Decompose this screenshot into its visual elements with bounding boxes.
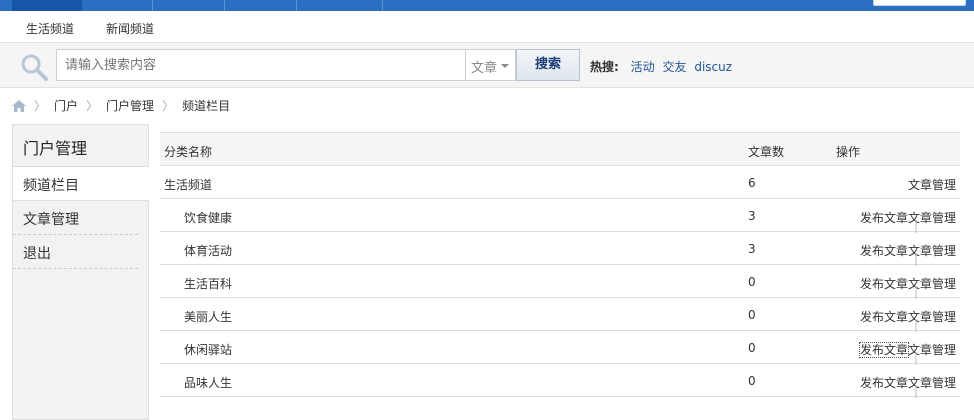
channel-nav: 生活频道 新闻频道	[0, 11, 974, 43]
table-row: 美丽人生 0 发布文章 | 文章管理	[160, 298, 960, 332]
table-row: 品味人生 0 发布文章 | 文章管理	[160, 364, 960, 398]
search-type-value: 文章	[471, 61, 498, 76]
header-name: 分类名称	[164, 145, 213, 159]
action-separator: |	[913, 285, 919, 299]
header-count: 文章数	[748, 145, 785, 159]
publish-article-link[interactable]: 发布文章	[860, 277, 908, 291]
breadcrumb: 〉 门户 〉 门户管理 〉 频道栏目	[12, 97, 230, 114]
table-row: 体育活动 3 发布文章 | 文章管理	[160, 232, 960, 266]
article-count: 3	[748, 209, 756, 223]
row-actions: 文章管理	[908, 176, 956, 193]
sidebar-item-channel[interactable]: 频道栏目	[13, 167, 149, 201]
action-separator: |	[913, 252, 919, 266]
breadcrumb-item: 频道栏目	[182, 99, 231, 113]
category-name: 饮食健康	[184, 211, 233, 225]
category-name: 生活百科	[184, 277, 233, 291]
row-actions: 发布文章 | 文章管理	[860, 374, 956, 398]
article-count: 6	[748, 176, 756, 190]
header-ops: 操作	[836, 145, 861, 159]
article-count: 0	[748, 374, 756, 388]
search-type-select[interactable]: 文章	[466, 49, 516, 81]
breadcrumb-separator: 〉	[162, 99, 175, 113]
table-row: 生活百科 0 发布文章 | 文章管理	[160, 265, 960, 299]
top-nav-divider	[296, 0, 297, 11]
manage-articles-link[interactable]: 文章管理	[908, 178, 956, 192]
top-nav-divider	[382, 0, 383, 11]
row-actions: 发布文章 | 文章管理	[860, 308, 956, 332]
top-nav-active-tab[interactable]	[12, 0, 82, 11]
search-button[interactable]: 搜索	[516, 49, 580, 81]
table-row: 饮食健康 3 发布文章 | 文章管理	[160, 199, 960, 233]
sidebar-title: 门户管理	[13, 125, 148, 167]
publish-article-link[interactable]: 发布文章	[860, 310, 908, 324]
publish-article-link[interactable]: 发布文章	[860, 244, 908, 258]
article-count: 0	[748, 308, 756, 322]
article-count: 0	[748, 341, 756, 355]
action-separator: |	[913, 318, 919, 332]
row-actions: 发布文章 | 文章管理	[860, 242, 956, 266]
home-icon[interactable]	[12, 99, 26, 112]
category-table: 分类名称 文章数 操作 生活频道 6 文章管理 饮食健康 3 发布文章 | 文章管理…	[160, 132, 960, 398]
row-actions: 发布文章 | 文章管理	[860, 209, 956, 233]
search-input[interactable]	[56, 49, 466, 81]
article-count: 0	[748, 275, 756, 289]
hot-search-label: 热搜:	[590, 60, 619, 74]
action-separator: |	[913, 351, 919, 365]
breadcrumb-item[interactable]: 门户管理	[106, 97, 154, 114]
category-name: 体育活动	[184, 244, 233, 258]
publish-article-link[interactable]: 发布文章	[858, 342, 909, 358]
top-nav-divider	[224, 0, 225, 11]
hot-search-link[interactable]: discuz	[694, 60, 732, 74]
sidebar-item-logout[interactable]: 退出	[13, 235, 138, 269]
table-header-row: 分类名称 文章数 操作	[160, 133, 960, 166]
category-name: 生活频道	[164, 178, 213, 192]
row-actions: 发布文章 | 文章管理	[860, 275, 956, 299]
category-name: 休闲驿站	[184, 343, 233, 357]
search-bar: 文章 搜索 热搜: 活动 交友 discuz	[0, 43, 974, 88]
sidebar: 门户管理 频道栏目 文章管理 退出	[12, 124, 149, 420]
hot-search-link[interactable]: 交友	[662, 60, 686, 74]
channel-link-life[interactable]: 生活频道	[26, 20, 74, 37]
publish-article-link[interactable]: 发布文章	[860, 376, 908, 390]
category-name: 美丽人生	[184, 310, 233, 324]
article-count: 3	[748, 242, 756, 256]
search-icon	[21, 54, 48, 81]
table-row: 休闲驿站 0 发布文章 | 文章管理	[160, 331, 960, 365]
chevron-down-icon	[501, 64, 509, 68]
table-row: 生活频道 6 文章管理	[160, 166, 960, 199]
row-actions: 发布文章 | 文章管理	[858, 341, 956, 365]
action-separator: |	[913, 219, 919, 233]
action-separator: |	[913, 384, 919, 398]
breadcrumb-separator: 〉	[34, 99, 47, 113]
breadcrumb-item[interactable]: 门户	[54, 97, 78, 114]
top-nav-bar	[0, 0, 974, 11]
breadcrumb-separator: 〉	[86, 99, 99, 113]
top-right-box[interactable]	[873, 0, 966, 6]
hot-search: 热搜: 活动 交友 discuz	[590, 58, 736, 75]
sidebar-item-articles[interactable]: 文章管理	[13, 201, 138, 235]
publish-article-link[interactable]: 发布文章	[860, 211, 908, 225]
hot-search-link[interactable]: 活动	[631, 60, 655, 74]
category-name: 品味人生	[184, 376, 233, 390]
channel-link-news[interactable]: 新闻频道	[106, 20, 154, 37]
top-nav-divider	[152, 0, 153, 11]
